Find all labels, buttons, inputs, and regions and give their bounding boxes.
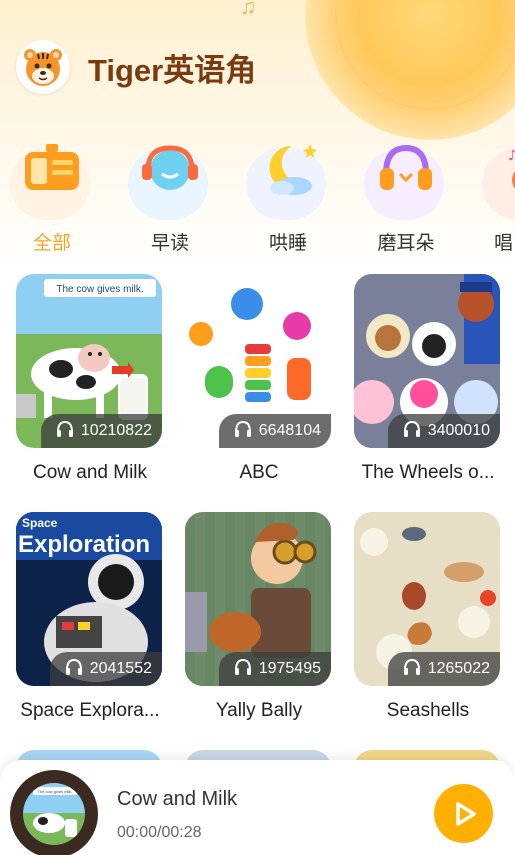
tab-morning-reading[interactable]: 早读	[118, 140, 236, 260]
headphones-icon	[64, 658, 84, 681]
mini-player[interactable]: The cow gives milk. Cow and Milk 00:00/0…	[0, 760, 515, 855]
play-count: 10210822	[40, 414, 162, 448]
radio-icon	[25, 144, 79, 190]
tab-all[interactable]: 全部	[0, 140, 118, 260]
play-count: 3400010	[387, 414, 500, 448]
tab-bedtime[interactable]: 哄睡	[236, 140, 354, 260]
play-count-value: 1975495	[258, 660, 321, 677]
card-thumbnail: The cow gives milk. 10210822	[16, 274, 162, 448]
card-title: Space Explora...	[20, 700, 160, 721]
tab-label: 磨耳朵	[377, 233, 435, 254]
app-title: Tiger英语角	[88, 52, 257, 88]
card-title: Cow and Milk	[32, 462, 148, 483]
tab-label: 哄睡	[268, 233, 307, 254]
card-title: Yally Bally	[215, 700, 303, 721]
headphones-icon	[402, 420, 422, 443]
music-note-icon: ♫	[240, 0, 257, 19]
cover-caption: The cow gives milk.	[38, 789, 73, 794]
play-count-value: 2041552	[89, 660, 152, 677]
card-title: Seashells	[386, 700, 470, 721]
play-count-value: 10210822	[80, 422, 152, 439]
app-header: Tiger英语角	[16, 40, 256, 94]
card-title: The Wheels o...	[361, 462, 495, 483]
tab-ear-training[interactable]: 磨耳朵	[354, 140, 472, 260]
tab-sing[interactable]: ♪ 唱	[472, 140, 515, 260]
play-count-value: 1265022	[427, 660, 490, 677]
headphones-icon	[233, 420, 253, 443]
play-count: 1265022	[387, 652, 500, 686]
category-tabs: 全部 早读 哄睡 磨耳朵 ♪ 唱	[0, 140, 515, 260]
card-caption: The cow gives milk.	[56, 284, 143, 295]
play-button[interactable]	[434, 784, 493, 843]
card-thumbnail: 3400010	[354, 274, 500, 448]
headphones-icon	[380, 144, 432, 190]
card-thumbnail: 6648104	[185, 274, 331, 448]
headphones-icon	[402, 658, 422, 681]
svg-text:Exploration: Exploration	[18, 531, 150, 558]
headphones-icon	[55, 420, 75, 443]
now-playing-time: 00:00/00:28	[117, 824, 202, 841]
guitar-icon: ♪	[508, 148, 515, 189]
now-playing-title: Cow and Milk	[117, 788, 238, 810]
svg-text:Space: Space	[22, 516, 58, 530]
play-count-value: 3400010	[427, 422, 490, 439]
tiger-logo-icon	[16, 40, 70, 94]
play-count: 2041552	[49, 652, 162, 686]
card-thumbnail: 1975495	[185, 512, 331, 686]
tab-label: 全部	[32, 233, 71, 254]
headphones-icon	[233, 658, 253, 681]
headphones-icon	[142, 145, 198, 190]
play-icon	[455, 801, 476, 826]
card-thumbnail: 1265022	[354, 512, 500, 686]
now-playing-cover[interactable]: The cow gives milk.	[10, 770, 98, 855]
tab-label: 早读	[150, 233, 189, 254]
play-count: 1975495	[218, 652, 331, 686]
svg-text:♪: ♪	[508, 148, 515, 164]
tab-label: 唱	[494, 233, 514, 254]
card-title: ABC	[239, 462, 279, 483]
moon-icon	[269, 144, 317, 195]
play-count: 6648104	[218, 414, 331, 448]
play-count-value: 6648104	[258, 422, 321, 439]
card-thumbnail: Space Exploration 2041552	[16, 512, 162, 686]
